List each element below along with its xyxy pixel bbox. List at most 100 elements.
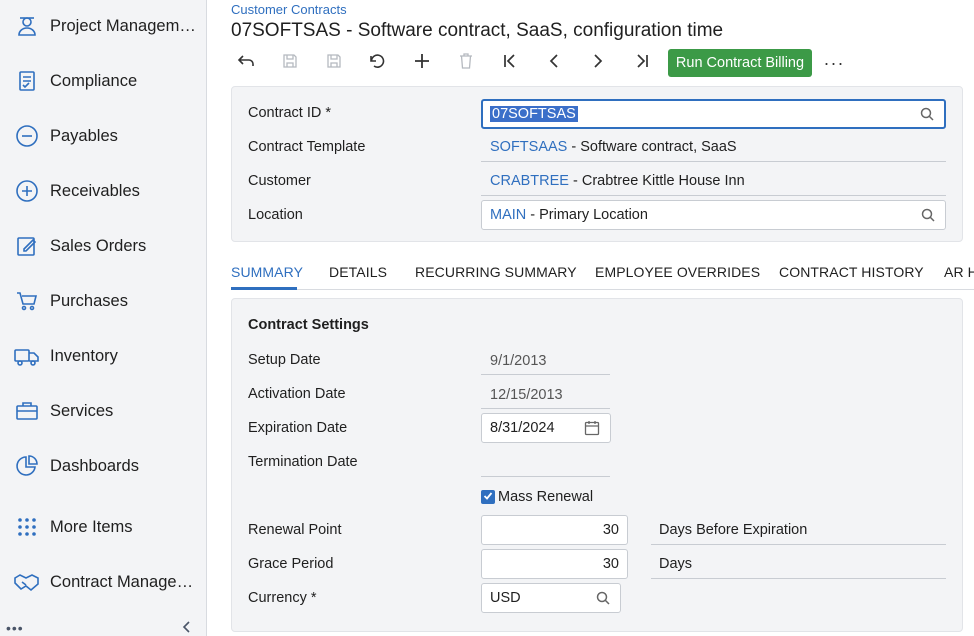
sales-orders-icon xyxy=(14,233,40,259)
currency-label: Currency * xyxy=(248,590,317,606)
sidebar-item-label: Receivables xyxy=(50,181,140,200)
back-button[interactable] xyxy=(232,50,260,76)
check-icon xyxy=(483,488,493,506)
sidebar-item-payables[interactable]: Payables xyxy=(0,116,207,156)
activation-date-label: Activation Date xyxy=(248,386,346,402)
search-icon[interactable] xyxy=(920,107,934,121)
save-button[interactable] xyxy=(320,50,348,76)
expiration-date-value: 8/31/2024 xyxy=(490,420,555,436)
chevron-left-icon xyxy=(546,53,562,74)
sidebar-item-label: Services xyxy=(50,401,114,420)
inventory-icon xyxy=(14,343,40,369)
plus-icon xyxy=(414,53,430,74)
sidebar-item-label: Sales Orders xyxy=(50,236,147,255)
purchases-icon xyxy=(14,288,40,314)
add-button[interactable] xyxy=(408,50,436,76)
customer-value: CRABTREE - Crabtree Kittle House Inn xyxy=(490,173,745,189)
next-record-button[interactable] xyxy=(584,50,612,76)
first-icon xyxy=(502,53,518,74)
currency-input[interactable]: USD xyxy=(481,583,621,613)
more-actions-button[interactable]: ··· xyxy=(822,52,846,74)
contract-header-panel: Contract ID * 07SOFTSAS Contract Templat… xyxy=(231,86,963,242)
contract-management-icon xyxy=(14,569,40,595)
search-icon[interactable] xyxy=(921,208,935,222)
renewal-point-value: 30 xyxy=(602,522,619,538)
save-close-icon xyxy=(282,53,298,74)
sidebar-item-purchases[interactable]: Purchases xyxy=(0,281,207,321)
sidebar-item-label: More Items xyxy=(50,517,133,536)
sidebar-item-receivables[interactable]: Receivables xyxy=(0,171,207,211)
tab-summary[interactable]: SUMMARY xyxy=(231,264,303,280)
payables-icon xyxy=(14,123,40,149)
search-icon[interactable] xyxy=(596,591,610,605)
sidebar-item-label: Contract Management xyxy=(50,572,202,591)
tab-contract-history[interactable]: CONTRACT HISTORY xyxy=(779,264,924,280)
first-record-button[interactable] xyxy=(496,50,524,76)
setup-date-label: Setup Date xyxy=(248,352,321,368)
trash-icon xyxy=(459,52,473,74)
sidebar-more-dots[interactable]: ••• xyxy=(6,620,24,636)
sidebar-item-services[interactable]: Services xyxy=(0,391,207,431)
customer-label: Customer xyxy=(248,173,311,189)
contract-id-value: 07SOFTSAS xyxy=(490,106,578,122)
sidebar-item-more-items[interactable]: More Items xyxy=(0,507,207,547)
divider xyxy=(651,544,946,545)
renewal-point-input[interactable]: 30 xyxy=(481,515,628,545)
currency-value: USD xyxy=(490,590,521,606)
contract-id-input[interactable]: 07SOFTSAS xyxy=(481,99,946,129)
location-input[interactable]: MAIN - Primary Location xyxy=(481,200,946,230)
sidebar-item-inventory[interactable]: Inventory xyxy=(0,336,207,376)
setup-date-value: 9/1/2013 xyxy=(490,353,547,369)
sidebar-item-contract-management[interactable]: Contract Management xyxy=(0,562,207,602)
save-and-close-button[interactable] xyxy=(276,50,304,76)
sidebar-item-label: Dashboards xyxy=(50,456,139,475)
divider xyxy=(481,161,946,162)
location-label: Location xyxy=(248,207,303,223)
expiration-date-label: Expiration Date xyxy=(248,420,348,436)
project-management-icon xyxy=(14,13,40,39)
services-icon xyxy=(14,398,40,424)
tabs-divider xyxy=(231,289,974,290)
grace-period-value: 30 xyxy=(602,556,619,572)
customer-link[interactable]: CRABTREE xyxy=(490,173,569,189)
divider xyxy=(481,374,610,375)
collapse-sidebar-icon[interactable] xyxy=(178,618,196,636)
contract-template-label: Contract Template xyxy=(248,139,366,155)
divider xyxy=(651,578,946,579)
sidebar-item-sales-orders[interactable]: Sales Orders xyxy=(0,226,207,266)
sidebar-item-compliance[interactable]: Compliance xyxy=(0,61,207,101)
undo-button[interactable] xyxy=(364,50,392,76)
expiration-date-input[interactable]: 8/31/2024 xyxy=(481,413,611,443)
page-title: 07SOFTSAS - Software contract, SaaS, con… xyxy=(231,20,724,41)
sidebar-item-project-management[interactable]: Project Management xyxy=(0,6,207,46)
undo-icon xyxy=(369,53,387,74)
previous-record-button[interactable] xyxy=(540,50,568,76)
divider xyxy=(481,476,610,477)
location-link[interactable]: MAIN xyxy=(490,207,526,223)
run-contract-billing-button[interactable]: Run Contract Billing xyxy=(668,49,812,77)
grace-period-input[interactable]: 30 xyxy=(481,549,628,579)
mass-renewal-checkbox[interactable] xyxy=(481,490,495,504)
sidebar-item-label: Compliance xyxy=(50,71,138,90)
sidebar-item-label: Payables xyxy=(50,126,118,145)
sidebar: Project Management Compliance Payables R… xyxy=(0,0,207,636)
breadcrumb[interactable]: Customer Contracts xyxy=(231,2,347,17)
tab-details[interactable]: DETAILS xyxy=(329,264,387,280)
tab-ar-history[interactable]: AR H xyxy=(944,264,974,280)
calendar-icon[interactable] xyxy=(584,420,600,436)
contract-template-value: SOFTSAAS - Software contract, SaaS xyxy=(490,139,737,155)
tab-employee-overrides[interactable]: EMPLOYEE OVERRIDES xyxy=(595,264,760,280)
renewal-point-unit: Days Before Expiration xyxy=(659,522,808,538)
receivables-icon xyxy=(14,178,40,204)
section-title: Contract Settings xyxy=(248,317,369,333)
sidebar-item-label: Purchases xyxy=(50,291,128,310)
last-record-button[interactable] xyxy=(628,50,656,76)
sidebar-item-label: Project Management xyxy=(50,16,202,35)
grace-period-unit: Days xyxy=(659,556,693,572)
compliance-icon xyxy=(14,68,40,94)
delete-button[interactable] xyxy=(452,50,480,76)
sidebar-item-dashboards[interactable]: Dashboards xyxy=(0,446,207,486)
contract-template-link[interactable]: SOFTSAAS xyxy=(490,139,567,155)
dashboards-icon xyxy=(14,453,40,479)
tab-recurring-summary[interactable]: RECURRING SUMMARY xyxy=(415,264,577,280)
